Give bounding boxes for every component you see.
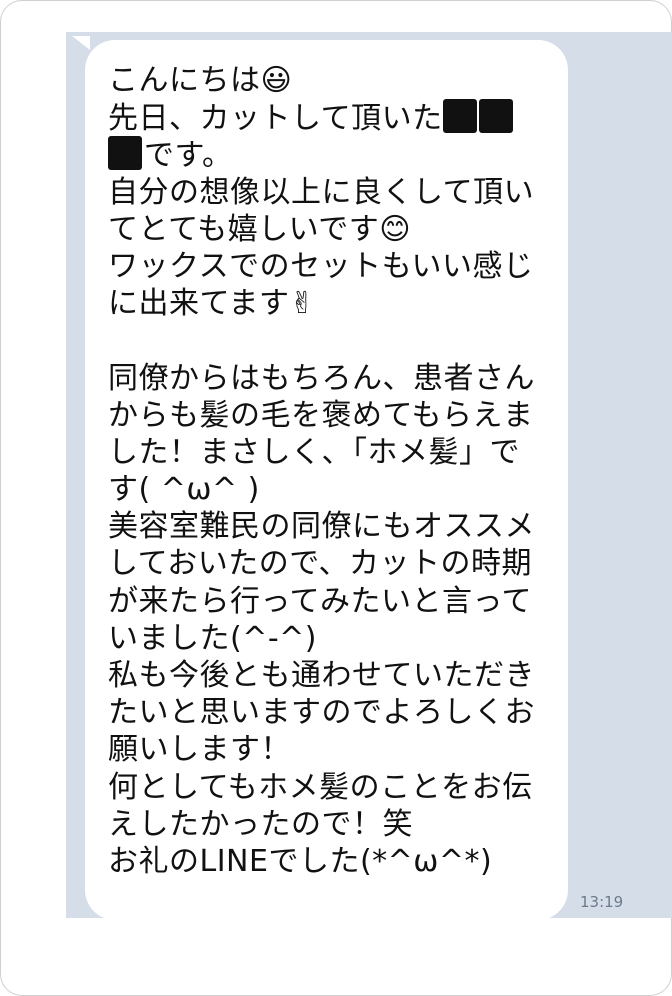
message-line: です。 xyxy=(108,136,558,173)
message-line: 願いします！ xyxy=(108,732,291,768)
message-line: 先日、カットして頂いた xyxy=(108,99,558,136)
message-line: たいと思いますのでよろしくお xyxy=(108,695,535,731)
message-text: こんにちは😃 先日、カットして頂いた です。 自分の想像以上に良くして頂い てと… xyxy=(108,62,558,880)
message-line: こんにちは😃 xyxy=(108,63,293,98)
message-line: 私も今後とも通わせていただき xyxy=(108,658,535,693)
message-line: からも髪の毛を褒めてもらえま xyxy=(108,397,534,433)
bubble-tail xyxy=(72,36,90,50)
message-timestamp: 13:19 xyxy=(580,893,624,911)
message-line: 何としてもホメ髪のことをお伝 xyxy=(108,769,533,805)
redaction-block xyxy=(478,99,513,134)
message-line-text: です。 xyxy=(144,138,233,174)
message-line: しておいたので、カットの時期 xyxy=(108,546,532,582)
message-line-text: 先日、カットして頂いた xyxy=(108,101,443,137)
message-line: てとても嬉しいです😊 xyxy=(108,211,411,247)
message-line: いました(^-^) xyxy=(108,620,318,656)
message-line: す( ^ω^ ) xyxy=(108,472,260,508)
message-line: が来たら行ってみたいと言って xyxy=(108,583,532,619)
message-line: した！まさしく、「ホメ髪」で xyxy=(108,434,520,470)
message-line: 同僚からはもちろん、患者さん xyxy=(108,360,535,396)
message-line: 美容室難民の同僚にもオススメ xyxy=(108,509,535,545)
message-line: ワックスでのセットもいい感じ xyxy=(108,248,534,284)
message-line: に出来てます✌ xyxy=(108,286,316,322)
redaction-block xyxy=(108,136,142,171)
redaction-block xyxy=(442,99,477,134)
message-line: お礼のLINEでした(*^ω^*) xyxy=(108,843,493,879)
message-line: 自分の想像以上に良くして頂い xyxy=(108,174,535,210)
message-line: えしたかったので！笑 xyxy=(108,806,413,842)
